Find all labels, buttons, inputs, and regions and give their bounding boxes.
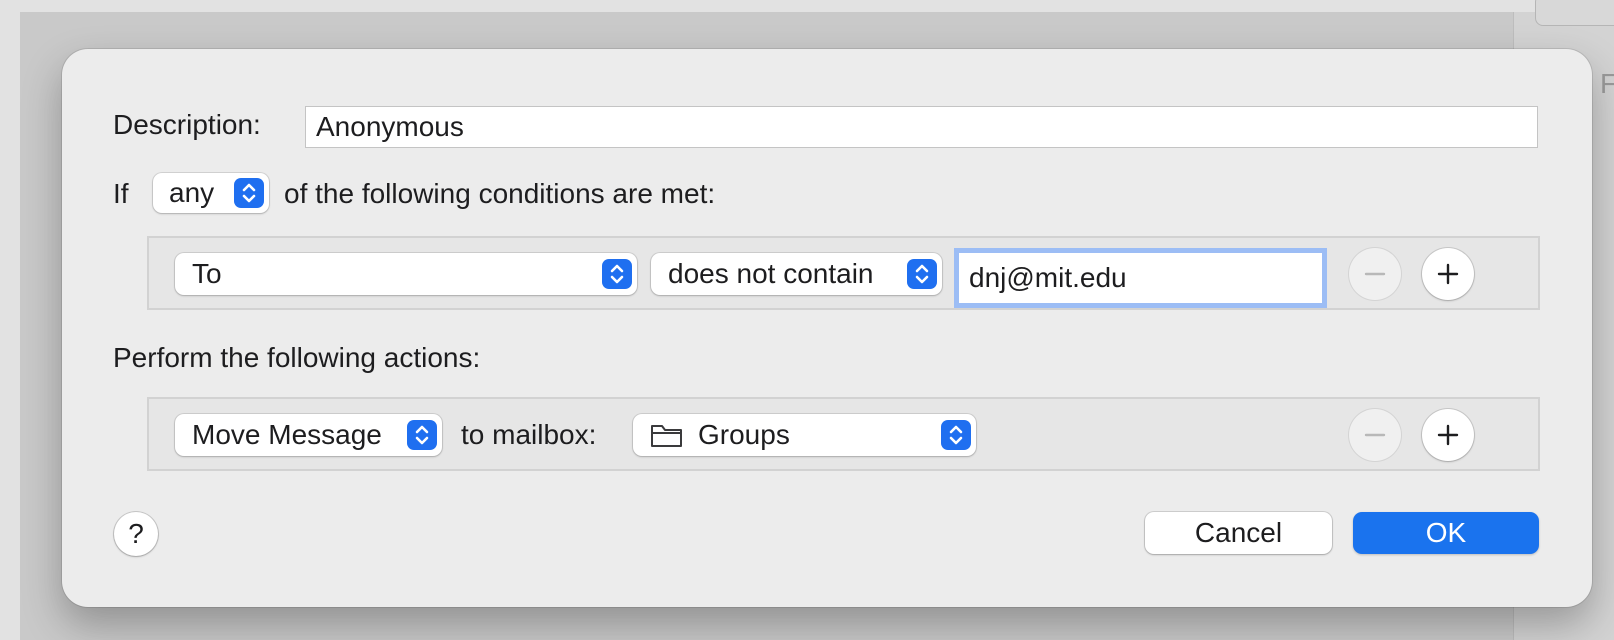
description-input[interactable]: Anonymous: [305, 106, 1538, 148]
remove-action-button[interactable]: [1349, 409, 1401, 461]
description-label: Description:: [113, 109, 261, 140]
cancel-button[interactable]: Cancel: [1145, 512, 1332, 554]
plus-icon: [1437, 424, 1459, 446]
conditions-suffix-label: of the following conditions are met:: [284, 178, 716, 209]
help-button[interactable]: ?: [114, 512, 158, 556]
rule-editor-sheet: Description: Anonymous If any of the fol…: [62, 49, 1592, 607]
condition-field-value: To: [192, 258, 222, 289]
folder-icon: [651, 425, 682, 447]
add-condition-button[interactable]: [1422, 248, 1474, 300]
condition-field-popup[interactable]: To: [175, 253, 637, 295]
background-window-text: F: [1600, 68, 1614, 99]
if-label: If: [113, 178, 129, 209]
add-action-button[interactable]: [1422, 409, 1474, 461]
match-type-value: any: [169, 177, 215, 208]
mailbox-popup[interactable]: Groups: [633, 414, 976, 456]
conditions-panel: To does not contain dnj@mit.edu: [147, 236, 1540, 310]
actions-panel: Move Message to mailbox: Groups: [147, 397, 1540, 471]
actions-label: Perform the following actions:: [113, 342, 481, 373]
remove-condition-button[interactable]: [1349, 248, 1401, 300]
minus-icon: [1364, 433, 1386, 437]
action-type-value: Move Message: [192, 419, 382, 450]
chevron-updown-icon: [907, 259, 937, 289]
action-type-popup[interactable]: Move Message: [175, 414, 442, 456]
match-type-popup[interactable]: any: [153, 173, 269, 213]
background-window-control: [1535, 0, 1614, 26]
chevron-updown-icon: [941, 420, 971, 450]
minus-icon: [1364, 272, 1386, 276]
condition-value-input[interactable]: dnj@mit.edu: [959, 253, 1322, 303]
plus-icon: [1437, 263, 1459, 285]
mailbox-value: Groups: [698, 419, 790, 450]
to-mailbox-label: to mailbox:: [461, 419, 597, 450]
condition-operator-value: does not contain: [668, 258, 874, 289]
condition-operator-popup[interactable]: does not contain: [651, 253, 942, 295]
ok-button[interactable]: OK: [1353, 512, 1539, 554]
chevron-updown-icon: [407, 420, 437, 450]
chevron-updown-icon: [602, 259, 632, 289]
chevron-updown-icon: [234, 178, 264, 208]
